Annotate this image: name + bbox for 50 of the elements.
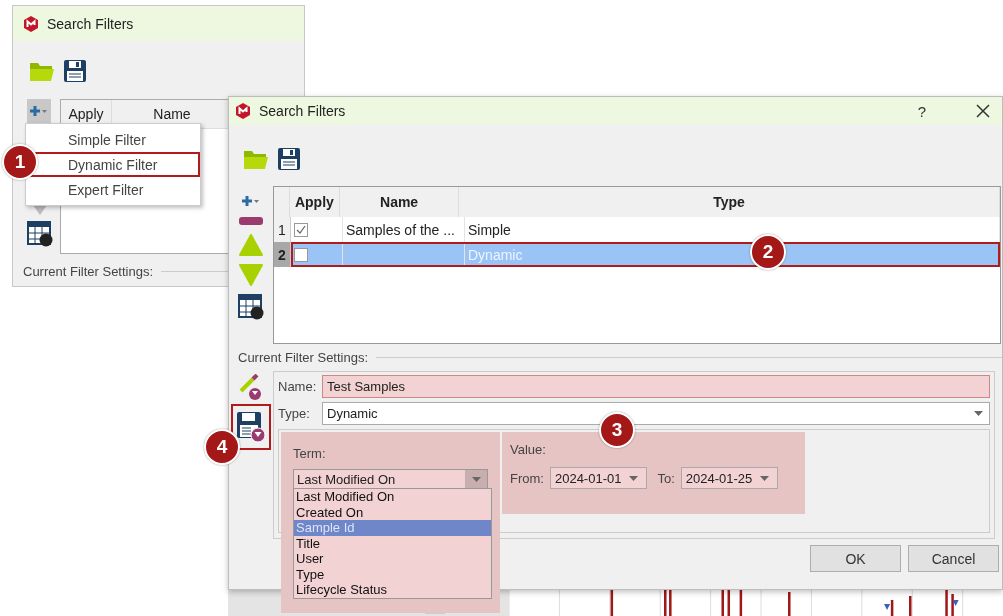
field-label: To:: [657, 470, 675, 486]
plus-icon: [29, 104, 49, 118]
column-header[interactable]: Type: [458, 187, 1000, 217]
dialog-button[interactable]: OK: [810, 545, 901, 572]
dialog-button[interactable]: Cancel: [908, 545, 999, 572]
save-icon[interactable]: [63, 59, 87, 83]
row-number[interactable]: 1: [274, 217, 291, 242]
table-icon[interactable]: [27, 221, 53, 247]
add-filter-icon[interactable]: [241, 194, 261, 208]
step-callout-tooltip: 4: [204, 429, 240, 465]
help-button[interactable]: ?: [917, 102, 926, 120]
term-dropdown[interactable]: Last Modified On: [293, 469, 488, 490]
add-filter-button[interactable]: [27, 99, 51, 123]
window-title: Search Filters: [47, 15, 134, 32]
dropdown-option[interactable]: Created On: [294, 504, 491, 520]
row-number[interactable]: 2: [274, 242, 291, 267]
apply-checkbox[interactable]: [294, 222, 308, 237]
table-icon[interactable]: [238, 294, 264, 320]
column-header[interactable]: Apply: [289, 187, 341, 217]
logo-icon: [23, 15, 39, 32]
date-picker[interactable]: 2024-01-01: [549, 467, 648, 489]
caret-icon: [471, 477, 481, 482]
dropdown-option[interactable]: Title: [294, 535, 491, 551]
dropdown-option[interactable]: Last Modified On: [294, 489, 491, 505]
field-label: Term:: [293, 446, 327, 461]
section-label: Current Filter Settings:: [23, 264, 154, 279]
minus-icon[interactable]: [239, 216, 263, 226]
field-label: Value:: [510, 442, 547, 457]
close-icon[interactable]: [976, 104, 990, 118]
caret-icon: [760, 475, 770, 481]
caret-icon: [974, 411, 983, 416]
field-label: Type:: [278, 406, 311, 421]
window-title: Search Filters: [259, 103, 347, 119]
section-label: Current Filter Settings:: [238, 350, 369, 365]
field-label: Name:: [278, 379, 318, 394]
dropdown-option[interactable]: User: [294, 551, 491, 567]
field-label: From:: [510, 470, 544, 486]
dropdown-option[interactable]: Type: [294, 566, 491, 582]
name-field[interactable]: Test Samples: [322, 375, 990, 398]
caret-icon: [629, 475, 639, 481]
logo-icon: [235, 103, 251, 119]
save-filter-icon: [236, 411, 266, 443]
save-icon[interactable]: [277, 147, 301, 171]
date-picker[interactable]: 2024-01-25: [680, 467, 779, 489]
menu-item[interactable]: Expert Filter: [26, 177, 200, 202]
apply-checkbox[interactable]: [294, 247, 308, 262]
dropdown-option[interactable]: Lifecycle Status: [294, 582, 491, 598]
column-header[interactable]: Name: [340, 187, 459, 217]
step-callout-tooltip: 1: [2, 144, 38, 180]
edit-filter-icon[interactable]: [238, 374, 264, 400]
